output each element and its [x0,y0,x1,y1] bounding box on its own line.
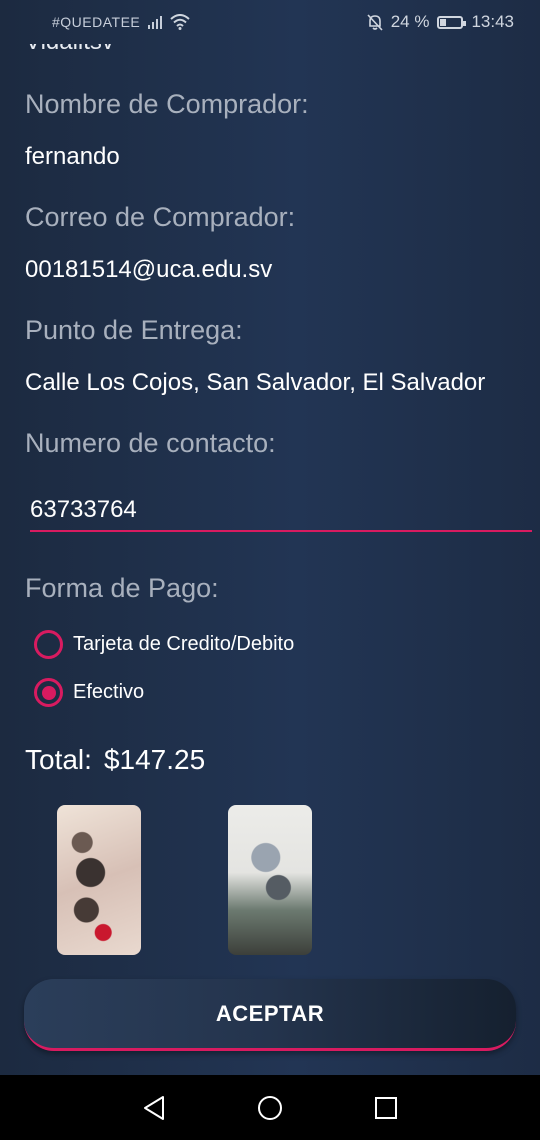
order-form: Vidalitsv Nombre de Comprador: fernando … [0,0,540,1075]
contact-number-input[interactable] [30,490,532,532]
delivery-point-value: Calle Los Cojos, San Salvador, El Salvad… [25,369,486,396]
total-row: Total: $147.25 [25,744,205,776]
square-recents-icon [375,1096,397,1119]
payment-method-label: Forma de Pago: [25,573,219,603]
navigation-bar [0,1075,540,1140]
recents-button[interactable] [372,1094,400,1122]
buyer-email-value: 00181514@uca.edu.sv [25,256,273,283]
total-value: $147.25 [103,744,206,775]
accept-button[interactable]: ACEPTAR [24,979,516,1051]
radio-selected[interactable] [34,678,63,707]
total-label: Total: [25,744,92,775]
product-image-cookies [57,805,141,955]
buyer-name-value: fernando [25,143,120,170]
delivery-point-label: Punto de Entrega: [25,315,243,345]
payment-option-cash-label: Efectivo [73,681,145,703]
back-button[interactable] [140,1094,168,1122]
contact-number-label: Numero de contacto: [25,428,276,458]
home-button[interactable] [256,1094,284,1122]
payment-option-card-label: Tarjeta de Credito/Debito [73,633,295,655]
triangle-back-icon [144,1095,164,1120]
circle-home-icon [258,1095,282,1120]
product-image-robot [228,805,312,955]
cut-off-text: Vidalitsv [25,28,114,55]
payment-option-cash[interactable]: Efectivo [34,678,144,707]
radio-unselected[interactable] [34,630,63,659]
buyer-name-label: Nombre de Comprador: [25,89,309,119]
payment-option-card[interactable]: Tarjeta de Credito/Debito [34,630,294,659]
buyer-email-label: Correo de Comprador: [25,202,296,232]
